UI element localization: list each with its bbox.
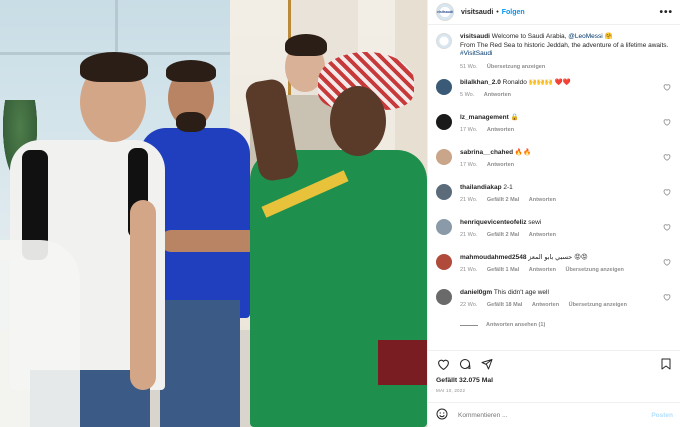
post-button[interactable]: Posten: [651, 412, 673, 419]
comment-row: bilalkhan_2.0 Ronaldo 🙌🙌🙌 ❤️❤️ 5 Wo. Ant…: [436, 79, 673, 114]
heart-icon[interactable]: [663, 293, 671, 303]
comment-text: 2-1: [503, 184, 513, 191]
comment-text: This didn't age well: [493, 289, 549, 296]
post-header: visitsaudi visitsaudi • Folgen •••: [428, 0, 680, 25]
heart-icon[interactable]: [663, 153, 671, 163]
comment-username[interactable]: mahmoudahmed2548: [460, 254, 526, 261]
share-icon[interactable]: [480, 357, 494, 371]
commenter-avatar[interactable]: [436, 114, 452, 130]
commenter-avatar[interactable]: [436, 79, 452, 95]
comment-icon[interactable]: [458, 357, 472, 371]
heart-icon[interactable]: [663, 258, 671, 268]
reply-button[interactable]: Antworten: [532, 302, 559, 308]
reply-button[interactable]: Antworten: [529, 232, 556, 238]
comment-row: daniel0gm This didn't age well 22 Wo. Ge…: [436, 289, 673, 324]
comment-time[interactable]: 22 Wo.: [460, 302, 477, 308]
comment-username[interactable]: lz_management: [460, 114, 509, 121]
comment-likes[interactable]: Gefällt 1 Mal: [487, 267, 519, 273]
reply-button[interactable]: Antworten: [484, 92, 511, 98]
caption-avatar[interactable]: [436, 33, 452, 49]
add-comment-bar: Posten: [428, 402, 680, 427]
comment-text: 🔒: [510, 114, 519, 121]
heart-icon[interactable]: [663, 83, 671, 93]
follow-button[interactable]: Folgen: [502, 9, 525, 16]
more-horizontal-icon[interactable]: •••: [659, 7, 673, 18]
emoji-icon[interactable]: [436, 408, 448, 423]
comment-username[interactable]: thailandiakap: [460, 184, 502, 191]
visitsaudi-logo: visitsaudi: [436, 10, 454, 14]
comment-row: henriquevicenteofeliz sewi 21 Wo. Gefäll…: [436, 219, 673, 254]
separator-dot: •: [496, 8, 499, 16]
comment-username[interactable]: sabrina__chahed: [460, 149, 513, 156]
commenter-avatar[interactable]: [436, 289, 452, 305]
post-caption: visitsaudi Welcome to Saudi Arabia, @Leo…: [436, 33, 673, 79]
comment-row: sabrina__chahed 🔥🔥 17 Wo. Antworten: [436, 149, 673, 184]
reply-button[interactable]: Antworten: [529, 197, 556, 203]
comment-time[interactable]: 21 Wo.: [460, 267, 477, 273]
comment-username[interactable]: daniel0gm: [460, 289, 492, 296]
post-sidebar: visitsaudi visitsaudi • Folgen ••• visit…: [427, 0, 680, 427]
comment-text: حسبي بابو المعز 😡😡: [528, 254, 588, 261]
heart-icon[interactable]: [663, 223, 671, 233]
heart-icon[interactable]: [436, 357, 450, 371]
commenter-avatar[interactable]: [436, 219, 452, 235]
caption-line-2: From The Red Sea to historic Jeddah, the…: [460, 41, 669, 49]
heart-icon[interactable]: [663, 118, 671, 128]
comment-likes[interactable]: Gefällt 18 Mal: [487, 302, 522, 308]
heart-icon[interactable]: [663, 188, 671, 198]
translate-link[interactable]: Übersetzung anzeigen: [487, 64, 545, 70]
comment-time[interactable]: 5 Wo.: [460, 92, 474, 98]
commenter-avatar[interactable]: [436, 254, 452, 270]
comment-row: lz_management 🔒 17 Wo. Antworten: [436, 114, 673, 149]
comment-time[interactable]: 17 Wo.: [460, 162, 477, 168]
translate-link[interactable]: Übersetzung anzeigen: [569, 302, 627, 308]
post-actions: Gefällt 32.075 Mal MAI 10, 2022: [428, 350, 680, 402]
replies-line: [460, 324, 478, 326]
translate-link[interactable]: Übersetzung anzeigen: [566, 267, 624, 273]
comment-text: sewi: [528, 219, 542, 226]
comment-likes[interactable]: Gefällt 2 Mal: [487, 232, 519, 238]
header-username[interactable]: visitsaudi: [461, 9, 493, 16]
comment-row: mahmoudahmed2548 حسبي بابو المعز 😡😡 21 W…: [436, 254, 673, 289]
post-image[interactable]: [0, 0, 427, 427]
comment-username[interactable]: henriquevicenteofeliz: [460, 219, 526, 226]
post-date[interactable]: MAI 10, 2022: [436, 388, 673, 393]
comment-time[interactable]: 21 Wo.: [460, 197, 477, 203]
likes-count[interactable]: Gefällt 32.075 Mal: [436, 377, 673, 384]
comment-text: Ronaldo 🙌🙌🙌 ❤️❤️: [502, 79, 571, 86]
comment-text: 🔥🔥: [514, 149, 532, 156]
comments-list[interactable]: visitsaudi Welcome to Saudi Arabia, @Leo…: [428, 25, 680, 350]
account-avatar[interactable]: visitsaudi: [436, 3, 454, 21]
comment-time[interactable]: 21 Wo.: [460, 232, 477, 238]
comment-likes[interactable]: Gefällt 2 Mal: [487, 197, 519, 203]
reply-button[interactable]: Antworten: [487, 162, 514, 168]
caption-mention[interactable]: @LeoMessi: [568, 33, 602, 40]
blurred-foreground: [0, 240, 80, 427]
comment-input[interactable]: [458, 411, 652, 419]
reply-button[interactable]: Antworten: [487, 127, 514, 133]
caption-hashtag[interactable]: #VisitSaudi: [460, 50, 673, 59]
comment-row: thailandiakap 2-1 21 Wo. Gefällt 2 Mal A…: [436, 184, 673, 219]
bookmark-icon[interactable]: [659, 357, 673, 371]
caption-time[interactable]: 51 Wo.: [460, 64, 477, 70]
caption-text: Welcome to Saudi Arabia,: [491, 33, 569, 40]
commenter-avatar[interactable]: [436, 149, 452, 165]
reply-button[interactable]: Antworten: [529, 267, 556, 273]
caption-emoji: 🤗: [602, 33, 613, 40]
comment-username[interactable]: bilalkhan_2.0: [460, 79, 501, 86]
commenter-avatar[interactable]: [436, 184, 452, 200]
caption-username[interactable]: visitsaudi: [460, 33, 490, 40]
comment-time[interactable]: 17 Wo.: [460, 127, 477, 133]
